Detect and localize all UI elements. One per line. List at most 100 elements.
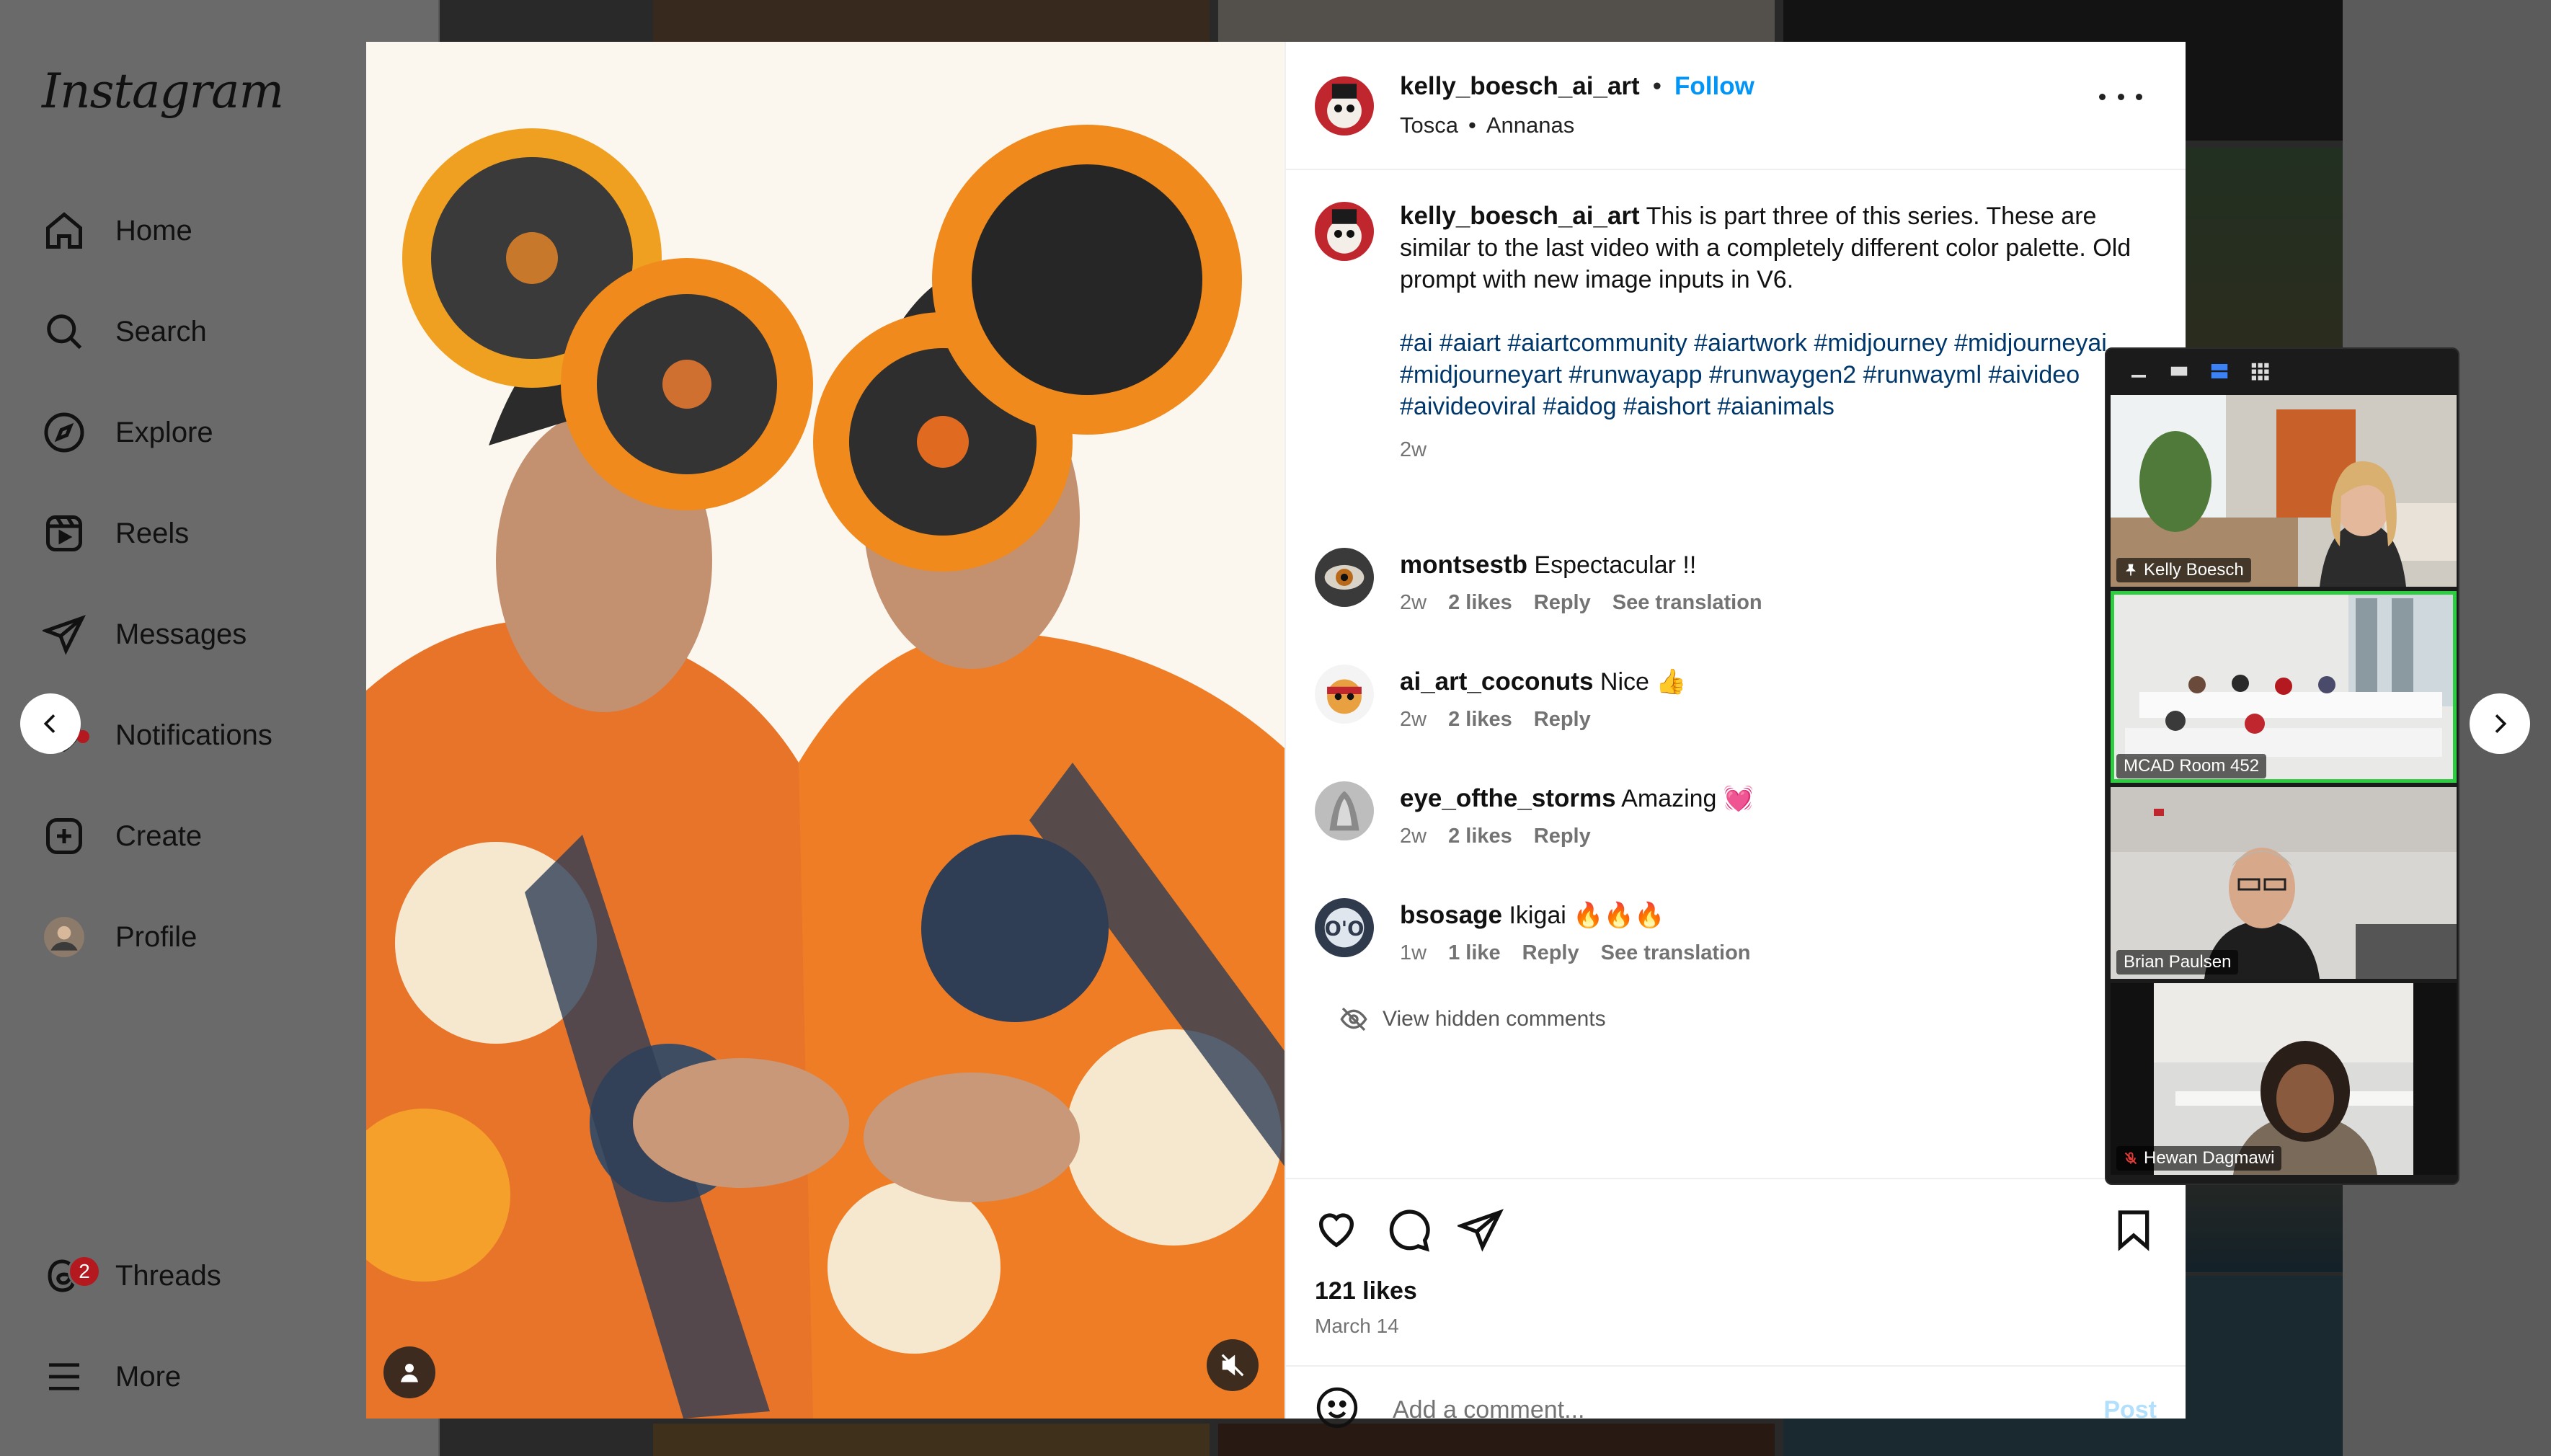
nav-reels[interactable]: Reels — [42, 497, 417, 569]
post-actions: 121 likes March 14 — [1286, 1178, 2186, 1365]
comment-age: 2w — [1400, 708, 1427, 731]
nav-label-explore: Explore — [115, 416, 213, 448]
caption-author-avatar[interactable] — [1315, 202, 1374, 261]
nav-notifications[interactable]: Notifications — [42, 699, 417, 771]
comment-likes[interactable]: 2 likes — [1448, 591, 1512, 615]
participant-name-label: MCAD Room 452 — [2116, 754, 2267, 778]
commenter-avatar[interactable]: O'O — [1315, 898, 1374, 957]
nav-explore[interactable]: Explore — [42, 396, 417, 469]
previous-post-button[interactable] — [20, 693, 81, 754]
see-translation-button[interactable]: See translation — [1601, 941, 1751, 965]
comment-text: Amazing 💓 — [1621, 785, 1754, 812]
chevron-right-icon — [2495, 714, 2507, 733]
profile-avatar — [42, 915, 86, 959]
speaker-view-icon[interactable] — [2168, 360, 2190, 382]
participant-name-label: Kelly Boesch — [2116, 558, 2251, 582]
post-comment-button[interactable]: Post — [2103, 1367, 2157, 1453]
author-username[interactable]: kelly_boesch_ai_art — [1400, 72, 1640, 101]
emoji-icon[interactable] — [1315, 1385, 1359, 1430]
comment-age: 2w — [1400, 825, 1427, 848]
video-call-toolbar — [2106, 349, 2458, 394]
comment-bubble-icon[interactable] — [1385, 1207, 1432, 1253]
nav-label-messages: Messages — [115, 618, 247, 650]
audio-info[interactable]: Tosca • Annanas — [1400, 112, 1574, 138]
strip-view-icon[interactable] — [2209, 360, 2230, 382]
nav-label-notifications: Notifications — [115, 719, 272, 751]
caption-hashtags[interactable]: #ai #aiart #aiartcommunity #aiartwork #m… — [1400, 327, 2157, 422]
mute-button[interactable] — [1207, 1339, 1259, 1391]
plus-square-icon — [42, 814, 86, 858]
nav-more[interactable]: More — [42, 1341, 417, 1413]
comment-username[interactable]: ai_art_coconuts — [1400, 667, 1593, 696]
audio-artist: Tosca — [1400, 112, 1458, 138]
comment-input[interactable]: Add a comment... — [1393, 1367, 2041, 1453]
instagram-logo[interactable]: Instagram — [42, 63, 284, 119]
participant-tile[interactable]: Hewan Dagmawi — [2111, 983, 2457, 1175]
view-hidden-comments[interactable]: View hidden comments — [1339, 1005, 1606, 1034]
reply-button[interactable]: Reply — [1522, 941, 1579, 965]
grid-view-icon[interactable] — [2249, 360, 2271, 382]
ai-art-image — [366, 42, 1285, 1419]
bookmark-icon[interactable] — [2111, 1207, 2157, 1253]
nav-label-create: Create — [115, 820, 203, 852]
see-translation-button[interactable]: See translation — [1612, 591, 1762, 615]
next-post-button[interactable] — [2470, 693, 2530, 754]
minimize-icon[interactable] — [2128, 360, 2150, 382]
threads-icon: 2 — [42, 1253, 101, 1298]
participant-tile-active[interactable]: MCAD Room 452 — [2111, 591, 2457, 783]
comment-username[interactable]: eye_ofthe_storms — [1400, 784, 1616, 812]
author-avatar[interactable] — [1315, 76, 1374, 136]
commenter-avatar[interactable] — [1315, 665, 1374, 724]
participant-name-label: Hewan Dagmawi — [2116, 1146, 2282, 1171]
nav-search[interactable]: Search — [42, 296, 417, 368]
svg-text:O'O: O'O — [1325, 918, 1365, 940]
post-video[interactable] — [366, 42, 1285, 1419]
reply-button[interactable]: Reply — [1534, 825, 1591, 848]
person-icon — [401, 1364, 418, 1382]
nav-messages[interactable]: Messages — [42, 598, 417, 670]
comment-text: Nice 👍 — [1600, 668, 1687, 696]
caption-username[interactable]: kelly_boesch_ai_art — [1400, 202, 1640, 230]
comment-text: Ikigai 🔥🔥🔥 — [1509, 902, 1665, 929]
like-heart-icon[interactable] — [1313, 1207, 1359, 1253]
commenter-avatar[interactable] — [1315, 781, 1374, 840]
comment-text: Espectacular !! — [1534, 551, 1697, 579]
speaker-muted-icon — [1221, 1354, 1244, 1377]
likes-count[interactable]: 121 likes — [1315, 1277, 1417, 1305]
comment-username[interactable]: bsosage — [1400, 901, 1502, 929]
more-options-icon[interactable] — [2099, 82, 2142, 111]
nav-home[interactable]: Home — [42, 195, 417, 267]
post-header: kelly_boesch_ai_art • Follow Tosca • Ann… — [1286, 42, 2186, 170]
paper-plane-icon — [42, 612, 86, 657]
nav-label-reels: Reels — [115, 517, 190, 549]
participant-name: Hewan Dagmawi — [2144, 1148, 2275, 1168]
tagged-users-button[interactable] — [383, 1346, 435, 1398]
follow-button[interactable]: Follow — [1674, 72, 1754, 101]
post-caption: kelly_boesch_ai_art This is part three o… — [1400, 200, 2157, 466]
header-title-row: kelly_boesch_ai_art • Follow — [1400, 72, 1754, 101]
participant-tile[interactable]: Kelly Boesch — [2111, 395, 2457, 587]
pin-icon — [2125, 564, 2137, 576]
nav-profile[interactable]: Profile — [42, 901, 417, 973]
nav-label-more: More — [115, 1360, 182, 1393]
post-date: March 14 — [1315, 1315, 1399, 1337]
post-modal: kelly_boesch_ai_art • Follow Tosca • Ann… — [366, 42, 2186, 1429]
comment-username[interactable]: montsestb — [1400, 551, 1527, 579]
nav-create[interactable]: Create — [42, 800, 417, 872]
comment-likes[interactable]: 1 like — [1448, 941, 1501, 965]
participant-tile[interactable]: Brian Paulsen — [2111, 787, 2457, 979]
comment-likes[interactable]: 2 likes — [1448, 825, 1512, 848]
participant-name: Brian Paulsen — [2124, 952, 2232, 972]
nav-threads[interactable]: 2 Threads — [42, 1240, 417, 1312]
video-call-overlay[interactable]: Kelly Boesch MCAD Room 452 Brian Paulsen… — [2105, 347, 2459, 1185]
reply-button[interactable]: Reply — [1534, 591, 1591, 615]
home-icon — [42, 208, 86, 253]
comment-likes[interactable]: 2 likes — [1448, 708, 1512, 732]
reply-button[interactable]: Reply — [1534, 708, 1591, 732]
share-plane-icon[interactable] — [1458, 1207, 1504, 1253]
view-hidden-label: View hidden comments — [1383, 1007, 1606, 1031]
commenter-avatar[interactable] — [1315, 548, 1374, 607]
search-icon — [42, 309, 86, 354]
compass-icon — [42, 410, 86, 455]
nav-label-threads: Threads — [115, 1259, 221, 1292]
